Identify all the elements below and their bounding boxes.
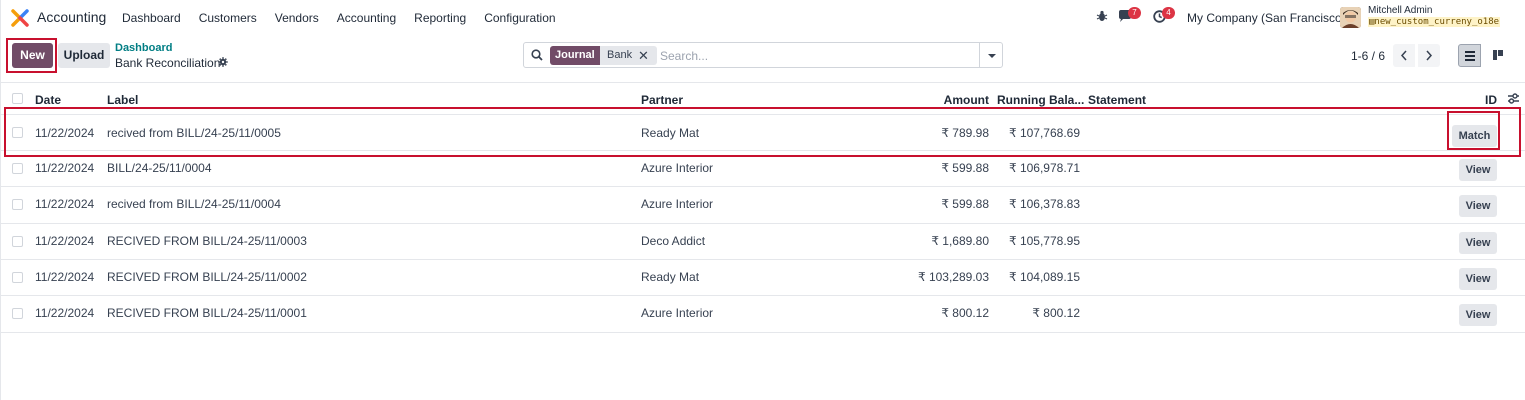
row-label: recived from BILL/24-25/11/0004 bbox=[107, 197, 281, 211]
row-partner: Azure Interior bbox=[641, 161, 714, 175]
row-checkbox[interactable] bbox=[12, 308, 23, 319]
activity-badge: 4 bbox=[1162, 7, 1175, 19]
row-date: 11/22/2024 bbox=[35, 161, 95, 175]
row-running-balance: ₹ 106,378.83 bbox=[1008, 197, 1080, 211]
column-partner[interactable]: Partner bbox=[641, 93, 683, 107]
table-bottom-border bbox=[0, 332, 1525, 333]
kanban-view-icon bbox=[1493, 50, 1503, 60]
row-amount: ₹ 103,289.03 bbox=[917, 270, 989, 284]
page-title: Bank Reconciliation bbox=[115, 56, 221, 70]
pager-next-button[interactable] bbox=[1418, 44, 1440, 67]
list-view-icon bbox=[1465, 51, 1475, 61]
row-date: 11/22/2024 bbox=[35, 306, 95, 320]
main-menu: Dashboard Customers Vendors Accounting R… bbox=[122, 11, 574, 25]
control-panel-divider bbox=[0, 82, 1525, 83]
database-name: ▤new_custom_curreny_o18e bbox=[1368, 17, 1501, 27]
menu-item-vendors[interactable]: Vendors bbox=[275, 11, 319, 25]
kanban-view-button[interactable] bbox=[1487, 44, 1510, 67]
row-partner: Ready Mat bbox=[641, 126, 700, 140]
menu-item-accounting[interactable]: Accounting bbox=[337, 11, 396, 25]
row-amount: ₹ 599.88 bbox=[941, 197, 989, 211]
column-running-balance[interactable]: Running Bala... bbox=[997, 93, 1084, 107]
table-row[interactable]: 11/22/2024 recived from BILL/24-25/11/00… bbox=[0, 186, 1525, 222]
table-row[interactable]: 11/22/2024 RECIVED FROM BILL/24-25/11/00… bbox=[0, 259, 1525, 295]
row-partner: Azure Interior bbox=[641, 306, 714, 320]
row-label: BILL/24-25/11/0004 bbox=[107, 161, 212, 175]
match-button[interactable]: Match bbox=[1452, 125, 1497, 147]
menu-item-reporting[interactable]: Reporting bbox=[414, 11, 466, 25]
view-button[interactable]: View bbox=[1459, 195, 1497, 217]
row-checkbox[interactable] bbox=[12, 127, 23, 138]
search-facet-label: Journal bbox=[550, 46, 600, 65]
database-name-text: new_custom_curreny_o18e bbox=[1374, 17, 1500, 27]
row-checkbox[interactable] bbox=[12, 236, 23, 247]
row-amount: ₹ 789.98 bbox=[941, 126, 989, 140]
row-running-balance: ₹ 105,778.95 bbox=[1008, 234, 1080, 248]
column-date[interactable]: Date bbox=[35, 93, 61, 107]
table-header: Date Label Partner Amount Running Bala..… bbox=[0, 89, 1525, 109]
breadcrumb-dashboard[interactable]: Dashboard bbox=[115, 42, 172, 54]
top-navbar: Accounting Dashboard Customers Vendors A… bbox=[0, 0, 1525, 35]
new-button[interactable]: New bbox=[12, 43, 53, 68]
row-amount: ₹ 800.12 bbox=[941, 306, 989, 320]
row-partner: Deco Addict bbox=[641, 234, 706, 248]
table-row[interactable]: 11/22/2024 BILL/24-25/11/0004 Azure Inte… bbox=[0, 150, 1525, 186]
column-label[interactable]: Label bbox=[107, 93, 138, 107]
gear-icon[interactable] bbox=[218, 57, 228, 67]
menu-item-customers[interactable]: Customers bbox=[199, 11, 257, 25]
chevron-right-icon bbox=[1426, 50, 1433, 61]
table-row[interactable]: 11/22/2024 recived from BILL/24-25/11/00… bbox=[0, 114, 1525, 150]
menu-item-dashboard[interactable]: Dashboard bbox=[122, 11, 181, 25]
user-avatar[interactable] bbox=[1340, 7, 1361, 28]
facet-remove-icon[interactable]: ✕ bbox=[638, 46, 650, 65]
row-date: 11/22/2024 bbox=[35, 197, 95, 211]
pager-previous-button[interactable] bbox=[1393, 44, 1415, 67]
row-checkbox[interactable] bbox=[12, 272, 23, 283]
row-date: 11/22/2024 bbox=[35, 270, 95, 284]
search-icon[interactable] bbox=[531, 49, 543, 61]
list-view-button[interactable] bbox=[1458, 44, 1481, 67]
column-amount[interactable]: Amount bbox=[920, 93, 989, 107]
row-checkbox[interactable] bbox=[12, 163, 23, 174]
row-date: 11/22/2024 bbox=[35, 234, 95, 248]
column-id[interactable]: ID bbox=[1470, 93, 1497, 107]
search-input[interactable] bbox=[660, 47, 970, 64]
messages-badge: 7 bbox=[1128, 7, 1141, 19]
view-button[interactable]: View bbox=[1459, 159, 1497, 181]
menu-item-configuration[interactable]: Configuration bbox=[484, 11, 555, 25]
upload-button[interactable]: Upload bbox=[58, 43, 110, 68]
debug-bug-icon[interactable] bbox=[1096, 10, 1108, 22]
select-all-checkbox[interactable] bbox=[12, 93, 23, 104]
row-label: RECIVED FROM BILL/24-25/11/0003 bbox=[107, 234, 307, 248]
row-running-balance: ₹ 106,978.71 bbox=[1008, 161, 1080, 175]
row-partner: Ready Mat bbox=[641, 270, 700, 284]
user-name[interactable]: Mitchell Admin bbox=[1368, 5, 1432, 16]
row-amount: ₹ 599.88 bbox=[941, 161, 989, 175]
accounting-app-icon[interactable] bbox=[11, 9, 29, 27]
column-statement[interactable]: Statement bbox=[1088, 93, 1146, 107]
app-name[interactable]: Accounting bbox=[37, 9, 106, 25]
row-label: RECIVED FROM BILL/24-25/11/0001 bbox=[107, 306, 307, 320]
optional-columns-icon[interactable] bbox=[1507, 92, 1520, 105]
table-row[interactable]: 11/22/2024 RECIVED FROM BILL/24-25/11/00… bbox=[0, 223, 1525, 259]
row-running-balance: ₹ 107,768.69 bbox=[1008, 126, 1080, 140]
chevron-left-icon bbox=[1400, 50, 1407, 61]
row-label: recived from BILL/24-25/11/0005 bbox=[107, 126, 281, 140]
row-amount: ₹ 1,689.80 bbox=[931, 234, 989, 248]
view-button[interactable]: View bbox=[1459, 304, 1497, 326]
pager-value[interactable]: 1-6 / 6 bbox=[1351, 49, 1385, 63]
row-running-balance: ₹ 800.12 bbox=[1032, 306, 1080, 320]
table-row[interactable]: 11/22/2024 RECIVED FROM BILL/24-25/11/00… bbox=[0, 295, 1525, 331]
row-checkbox[interactable] bbox=[12, 199, 23, 210]
company-switcher[interactable]: My Company (San Francisco) bbox=[1187, 11, 1346, 25]
row-label: RECIVED FROM BILL/24-25/11/0002 bbox=[107, 270, 307, 284]
search-options-toggle[interactable] bbox=[979, 42, 1003, 68]
row-date: 11/22/2024 bbox=[35, 126, 95, 140]
view-button[interactable]: View bbox=[1459, 268, 1497, 290]
view-button[interactable]: View bbox=[1459, 232, 1497, 254]
row-partner: Azure Interior bbox=[641, 197, 714, 211]
row-running-balance: ₹ 104,089.15 bbox=[1008, 270, 1080, 284]
